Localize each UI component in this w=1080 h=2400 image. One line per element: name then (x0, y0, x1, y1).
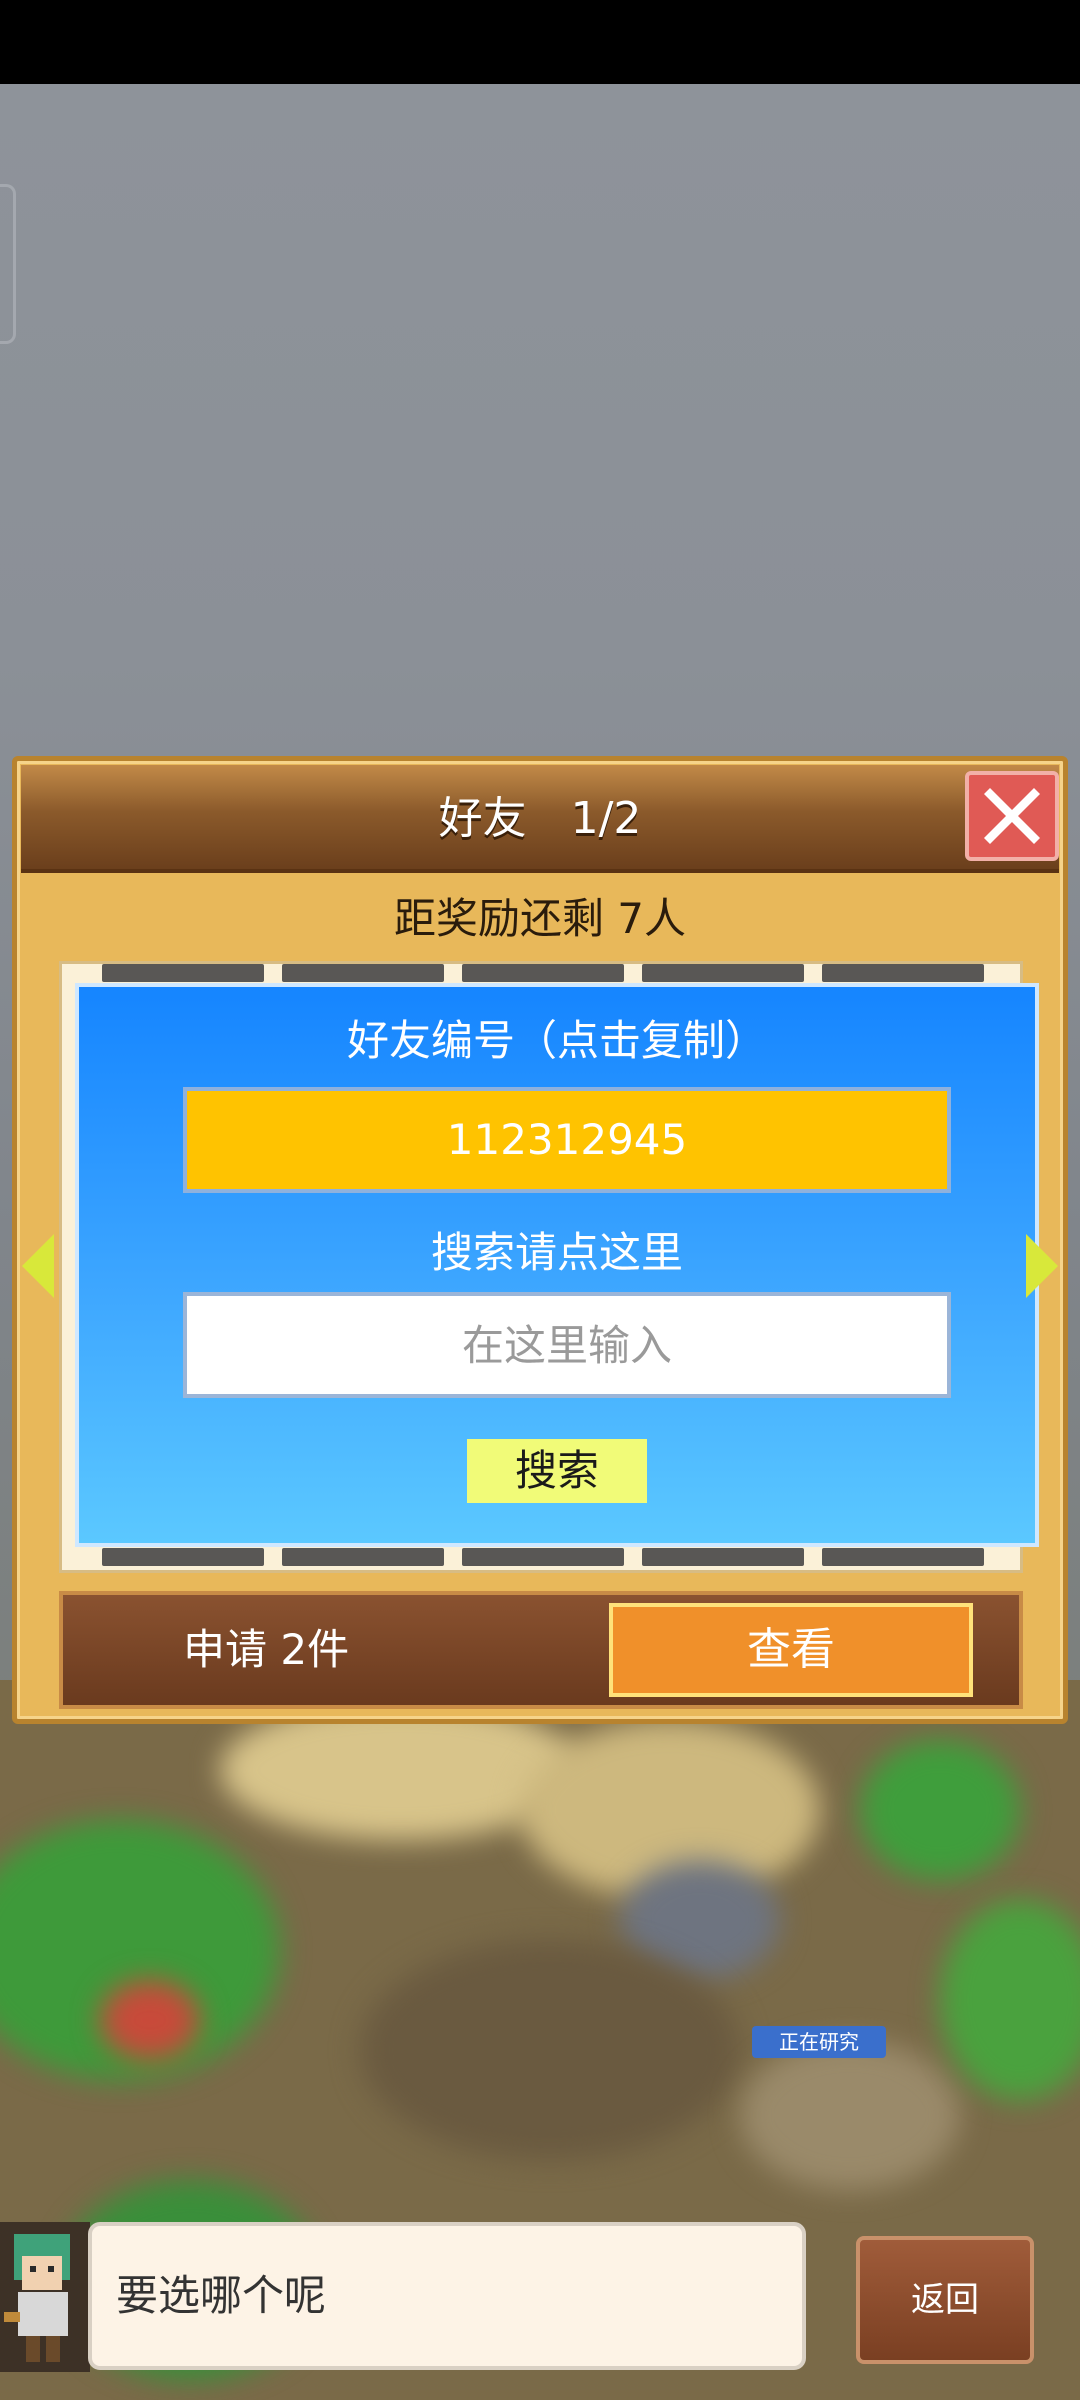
side-tab-edge (0, 184, 16, 344)
grass-patch (940, 1900, 1080, 2100)
search-button[interactable]: 搜索 (467, 1439, 647, 1503)
friends-panel: 好友 1/2 距奖励还剩 7人 好友编号（点击复制） 112312945 搜索请… (12, 756, 1068, 1724)
character-sprite (0, 2222, 90, 2372)
friend-slot (642, 1548, 804, 1566)
friend-slot (642, 964, 804, 982)
close-icon (984, 788, 1040, 844)
researching-badge: 正在研究 (752, 2026, 886, 2058)
panel-header: 好友 1/2 (21, 765, 1059, 873)
friend-id-card: 好友编号（点击复制） 112312945 搜索请点这里 搜索 (75, 983, 1039, 1547)
arrow-left-icon[interactable] (22, 1234, 54, 1298)
status-bar (0, 0, 1080, 84)
friend-slot (282, 1548, 444, 1566)
research-building (740, 2040, 960, 2190)
search-label: 搜索请点这里 (430, 1228, 683, 1277)
friend-slot (462, 1548, 624, 1566)
panel-title: 好友 1/2 (438, 793, 642, 844)
request-count-text: 申请 2件 (183, 1625, 350, 1674)
dialog-box: 要选哪个呢 (88, 2222, 806, 2370)
avatar (0, 2222, 90, 2372)
back-button[interactable]: 返回 (856, 2236, 1034, 2364)
friend-slot (282, 964, 444, 982)
friend-slot (462, 964, 624, 982)
view-requests-button[interactable]: 查看 (609, 1603, 973, 1697)
dirt-field (360, 1940, 740, 2160)
dialog-text: 要选哪个呢 (116, 2271, 327, 2320)
arrow-right-icon[interactable] (1026, 1234, 1058, 1298)
friend-search-input[interactable] (183, 1292, 951, 1398)
reward-progress-text: 距奖励还剩 7人 (393, 894, 687, 943)
friend-id-copy-box[interactable]: 112312945 (183, 1087, 951, 1193)
friend-slot (102, 1548, 264, 1566)
friend-id-label: 好友编号（点击复制） (346, 1016, 767, 1065)
crops (100, 1980, 200, 2060)
friend-request-bar: 申请 2件 查看 (59, 1591, 1023, 1709)
friend-slot (822, 1548, 984, 1566)
close-button[interactable] (965, 771, 1059, 861)
tree (860, 1740, 1020, 1880)
friend-slot (102, 964, 264, 982)
friend-slot (822, 964, 984, 982)
